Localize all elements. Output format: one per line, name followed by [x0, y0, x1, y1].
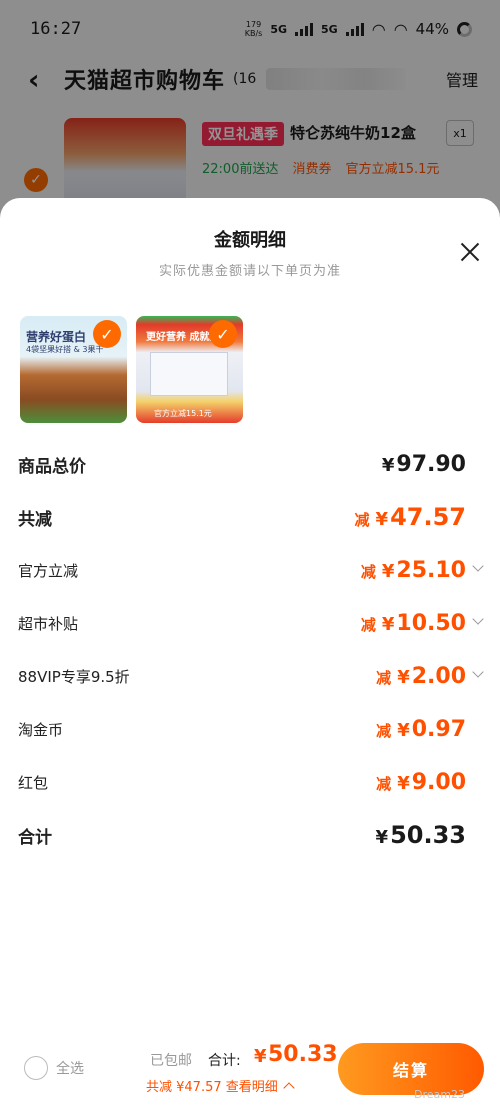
chevron-down-icon[interactable]: [472, 668, 484, 680]
row-amount: 25.10: [396, 557, 466, 583]
sheet-title: 金额明细: [214, 230, 286, 251]
product-thumbnail-nuts[interactable]: 营养好蛋白 4袋坚果好搭 & 3果干 ✓: [20, 316, 127, 423]
row-label: 商品总价: [18, 456, 86, 477]
row-label: 淘金币: [18, 720, 64, 739]
row-taojinbi: 淘金币 减 ¥ 0.97: [0, 709, 500, 749]
total-label: 合计:: [208, 1053, 241, 1069]
thumbnail-caption: 营养好蛋白: [26, 330, 87, 344]
row-amount: 9.00: [411, 769, 466, 795]
milk-box-image: [150, 352, 228, 396]
product-thumbnail-milk[interactable]: 更好营养 成就更好 官方立减15.1元 ✓: [136, 316, 243, 423]
row-official-discount[interactable]: 官方立减 减 ¥ 25.10: [0, 550, 500, 590]
row-total-price: 商品总价 ¥ 97.90: [0, 444, 500, 484]
total-value: 50.33: [268, 1042, 338, 1067]
row-value: 减 ¥ 2.00: [376, 663, 466, 689]
row-value: 减 ¥ 10.50: [360, 610, 466, 636]
chevron-down-icon[interactable]: [472, 562, 484, 574]
row-red-packet: 红包 减 ¥ 9.00: [0, 762, 500, 802]
row-label: 超市补贴: [18, 614, 79, 633]
chevron-down-icon[interactable]: [472, 615, 484, 627]
row-label: 88VIP专享9.5折: [18, 667, 130, 686]
row-label: 官方立减: [18, 561, 79, 580]
row-amount: 47.57: [390, 503, 466, 531]
thumbnail-footer: 官方立减15.1元: [154, 409, 212, 418]
row-label: 共减: [18, 509, 52, 530]
shipping-label: 已包邮: [150, 1053, 192, 1069]
select-all-radio[interactable]: [24, 1056, 48, 1080]
select-all-label[interactable]: 全选: [56, 1058, 84, 1078]
amount-detail-sheet: 金额明细 实际优惠金额请以下单页为准 营养好蛋白 4袋坚果好搭 & 3果干 ✓ …: [0, 198, 500, 1111]
reduce-prefix: 减: [354, 511, 370, 529]
thumbnail-caption-2: 4袋坚果好搭 & 3果干: [26, 345, 104, 354]
view-detail-link[interactable]: 共减 ¥47.57 查看明细: [146, 1076, 295, 1095]
row-value: 减 ¥ 47.57: [354, 503, 466, 531]
row-label: 红包: [18, 773, 49, 792]
row-amount: 0.97: [411, 716, 466, 742]
row-total-reduce: 共减 减 ¥ 47.57: [0, 497, 500, 537]
watermark: Dream23: [414, 1088, 465, 1101]
check-icon: ✓: [93, 320, 121, 348]
row-value: ¥ 97.90: [381, 451, 466, 477]
check-icon: ✓: [209, 320, 237, 348]
row-supermarket-subsidy[interactable]: 超市补贴 减 ¥ 10.50: [0, 603, 500, 643]
row-value: 减 ¥ 0.97: [376, 716, 466, 742]
product-thumbnails: 营养好蛋白 4袋坚果好搭 & 3果干 ✓ 更好营养 成就更好 官方立减15.1元…: [20, 316, 243, 423]
row-88vip-discount[interactable]: 88VIP专享9.5折 减 ¥ 2.00: [0, 656, 500, 696]
row-value: 减 ¥ 9.00: [376, 769, 466, 795]
row-amount: 2.00: [411, 663, 466, 689]
row-grand-total: 合计 ¥ 50.33: [0, 815, 500, 855]
row-label: 合计: [18, 827, 52, 848]
row-value: ¥ 50.33: [375, 821, 466, 849]
total-currency: ¥: [254, 1046, 267, 1067]
close-icon[interactable]: [458, 240, 482, 264]
chevron-up-icon: [283, 1081, 295, 1094]
reduce-text: 共减 ¥47.57 查看明细: [146, 1080, 278, 1095]
row-amount: 50.33: [390, 821, 466, 849]
row-amount: 10.50: [396, 610, 466, 636]
row-value: 减 ¥ 25.10: [360, 557, 466, 583]
row-amount: 97.90: [396, 451, 466, 477]
sheet-subtitle: 实际优惠金额请以下单页为准: [158, 264, 341, 279]
